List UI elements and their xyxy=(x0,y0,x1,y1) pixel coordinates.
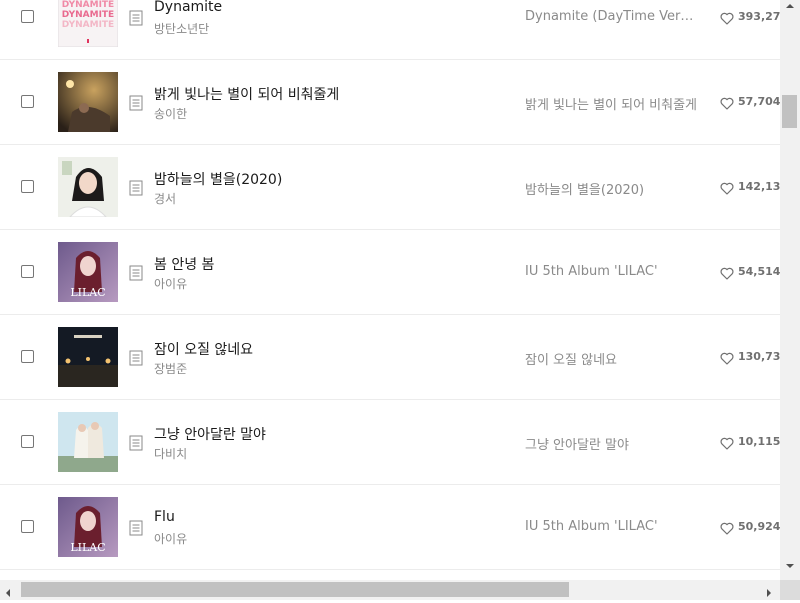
like-count: 142,132 xyxy=(738,180,780,193)
lyrics-icon[interactable] xyxy=(129,350,143,366)
lyrics-icon[interactable] xyxy=(129,435,143,451)
album-name[interactable]: 밝게 빛나는 별이 되어 비춰줄게 xyxy=(525,94,697,113)
song-artist[interactable]: 다비치 xyxy=(154,445,187,462)
album-name[interactable]: 밤하늘의 별을(2020) xyxy=(525,179,697,198)
like-button[interactable]: 10,115 xyxy=(720,435,780,450)
lyrics-icon[interactable] xyxy=(129,95,143,111)
album-cover-image[interactable] xyxy=(58,72,118,132)
song-row[interactable]: 밝게 빛나는 별이 되어 비춰줄게 송이한 밝게 빛나는 별이 되어 비춰줄게 … xyxy=(0,60,780,145)
song-row[interactable]: LILAC 봄 안녕 봄 아이유 IU 5th Album 'LILAC' 54… xyxy=(0,230,780,315)
lyrics-icon[interactable] xyxy=(129,10,143,26)
horizontal-scrollbar-thumb[interactable] xyxy=(21,582,569,597)
song-checkbox[interactable] xyxy=(21,10,34,23)
like-count: 130,737 xyxy=(738,350,780,363)
like-button[interactable]: 50,924 xyxy=(720,520,780,535)
song-row[interactable]: 그냥 안아달란 말야 다비치 그냥 안아달란 말야 10,115 xyxy=(0,400,780,485)
lyrics-icon[interactable] xyxy=(129,520,143,536)
scroll-down-arrow-icon[interactable] xyxy=(783,562,797,572)
lyrics-icon[interactable] xyxy=(129,180,143,196)
album-name[interactable]: 잠이 오질 않네요 xyxy=(525,349,697,368)
heart-icon xyxy=(720,520,734,535)
heart-icon xyxy=(720,265,734,280)
album-cover-image[interactable] xyxy=(58,412,118,472)
album-name[interactable]: IU 5th Album 'LILAC' xyxy=(525,264,697,279)
album-name[interactable]: 그냥 안아달란 말야 xyxy=(525,434,697,453)
like-button[interactable]: 393,275 xyxy=(720,10,780,25)
scroll-right-arrow-icon[interactable] xyxy=(764,584,774,597)
album-cover-image[interactable]: LILAC xyxy=(58,242,118,302)
song-checkbox[interactable] xyxy=(21,350,34,363)
svg-text:LILAC: LILAC xyxy=(70,541,105,554)
like-count: 393,275 xyxy=(738,10,780,23)
song-title[interactable]: 밤하늘의 별을(2020) xyxy=(154,169,282,189)
lyrics-icon[interactable] xyxy=(129,265,143,281)
song-artist[interactable]: 경서 xyxy=(154,190,176,207)
song-artist[interactable]: 송이한 xyxy=(154,105,187,122)
song-row[interactable]: LILAC Flu 아이유 IU 5th Album 'LILAC' 50,92… xyxy=(0,485,780,570)
album-cover-image[interactable]: DYNAMITE DYNAMITE DYNAMITE DYNAMITE xyxy=(58,0,118,47)
song-title[interactable]: 밝게 빛나는 별이 되어 비춰줄게 xyxy=(154,84,339,104)
like-button[interactable]: 130,737 xyxy=(720,350,780,365)
song-checkbox[interactable] xyxy=(21,520,34,533)
song-title[interactable]: 그냥 안아달란 말야 xyxy=(154,424,266,444)
song-checkbox[interactable] xyxy=(21,180,34,193)
song-checkbox[interactable] xyxy=(21,95,34,108)
heart-icon xyxy=(720,10,734,25)
svg-text:DYNAMITE: DYNAMITE xyxy=(62,0,114,10)
vertical-scrollbar-track[interactable] xyxy=(780,0,800,580)
album-name[interactable]: IU 5th Album 'LILAC' xyxy=(525,519,697,534)
song-row[interactable]: 밤하늘의 별을(2020) 경서 밤하늘의 별을(2020) 142,132 xyxy=(0,145,780,230)
song-list-viewport: DYNAMITE DYNAMITE DYNAMITE DYNAMITE Dyna… xyxy=(0,0,780,580)
song-row[interactable]: DYNAMITE DYNAMITE DYNAMITE DYNAMITE Dyna… xyxy=(0,0,780,60)
like-count: 50,924 xyxy=(738,520,780,533)
song-title[interactable]: 봄 안녕 봄 xyxy=(154,254,214,274)
like-button[interactable]: 54,514 xyxy=(720,265,780,280)
heart-icon xyxy=(720,95,734,110)
album-name[interactable]: Dynamite (DayTime Version) xyxy=(525,9,697,24)
like-button[interactable]: 57,704 xyxy=(720,95,780,110)
heart-icon xyxy=(720,435,734,450)
scroll-left-arrow-icon[interactable] xyxy=(3,584,13,597)
song-title[interactable]: Flu xyxy=(154,509,175,525)
scroll-up-arrow-icon[interactable] xyxy=(783,2,797,12)
svg-text:LILAC: LILAC xyxy=(70,286,105,299)
song-artist[interactable]: 장범준 xyxy=(154,360,187,377)
album-cover-image[interactable] xyxy=(58,327,118,387)
scrollbar-corner xyxy=(780,580,800,600)
like-count: 57,704 xyxy=(738,95,780,108)
song-title[interactable]: Dynamite xyxy=(154,0,222,15)
heart-icon xyxy=(720,180,734,195)
song-title[interactable]: 잠이 오질 않네요 xyxy=(154,339,253,359)
song-checkbox[interactable] xyxy=(21,435,34,448)
song-row[interactable]: 잠이 오질 않네요 장범준 잠이 오질 않네요 130,737 xyxy=(0,315,780,400)
song-list: DYNAMITE DYNAMITE DYNAMITE DYNAMITE Dyna… xyxy=(0,0,780,570)
like-count: 54,514 xyxy=(738,265,780,278)
like-button[interactable]: 142,132 xyxy=(720,180,780,195)
song-artist[interactable]: 아이유 xyxy=(154,275,187,292)
song-artist[interactable]: 방탄소년단 xyxy=(154,20,209,37)
svg-text:DYNAMITE: DYNAMITE xyxy=(62,20,114,30)
album-cover-image[interactable] xyxy=(58,157,118,217)
like-count: 10,115 xyxy=(738,435,780,448)
album-cover-image[interactable]: LILAC xyxy=(58,497,118,557)
vertical-scrollbar-thumb[interactable] xyxy=(782,95,797,128)
heart-icon xyxy=(720,350,734,365)
song-artist[interactable]: 아이유 xyxy=(154,530,187,547)
song-checkbox[interactable] xyxy=(21,265,34,278)
svg-text:DYNAMITE: DYNAMITE xyxy=(62,10,114,20)
